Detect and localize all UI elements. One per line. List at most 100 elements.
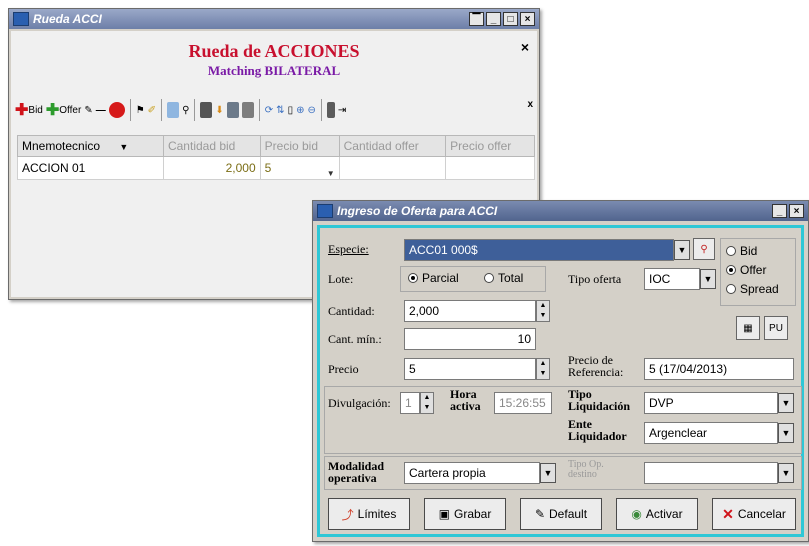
tipo-liq-field[interactable]: DVP: [644, 392, 778, 414]
total-radio[interactable]: Total: [484, 271, 523, 285]
offer-radio[interactable]: Offer: [726, 263, 766, 277]
tipo-oferta-field[interactable]: IOC: [644, 268, 700, 290]
tool-a[interactable]: ⇅: [276, 99, 284, 121]
tipo-liq-label: Tipo Liquidación: [568, 388, 630, 412]
copy-tool[interactable]: [167, 99, 180, 121]
tipo-oferta-dropdown-icon[interactable]: ▼: [700, 269, 716, 289]
tool-b[interactable]: ▯: [288, 99, 294, 121]
grabar-button[interactable]: ▣ Grabar: [424, 498, 506, 530]
panel-close-icon[interactable]: ×: [521, 39, 529, 55]
print-tool[interactable]: [241, 99, 254, 121]
search-icon[interactable]: ⚲: [693, 238, 715, 260]
precio-ref-label-l2: Referencia:: [568, 365, 624, 379]
spread-radio-label: Spread: [740, 282, 779, 296]
pu-button[interactable]: PU: [764, 316, 788, 340]
minimize-button[interactable]: _: [486, 12, 501, 26]
copy-icon: [167, 102, 180, 118]
limites-button[interactable]: ⤴ Límites: [328, 498, 410, 530]
offer-button-label: Offer: [59, 104, 82, 116]
tipo-op-field[interactable]: [644, 462, 778, 484]
bid-button[interactable]: ✚ Bid: [15, 99, 43, 121]
tipo-op-dropdown-icon[interactable]: ▼: [778, 463, 794, 483]
limites-button-label: Límites: [357, 507, 397, 521]
table-row[interactable]: ACCION 01 2,000 5 ▼: [17, 156, 535, 180]
refresh-icon: ⟳: [264, 104, 274, 116]
especie-field[interactable]: ACC01 000$: [404, 239, 674, 261]
divulgacion-spinner[interactable]: ▲ ▼: [420, 392, 434, 414]
edit-tool[interactable]: ✎: [84, 99, 92, 121]
offer-button[interactable]: ✚ Offer: [46, 99, 81, 121]
rueda-titlebar[interactable]: Rueda ACCI ▔ _ □ ×: [9, 9, 539, 29]
ente-liq-dropdown-icon[interactable]: ▼: [778, 423, 794, 443]
exit-icon: ⇥: [337, 104, 347, 116]
stop-tool[interactable]: [108, 99, 125, 121]
cant-min-field[interactable]: 10: [404, 328, 536, 350]
col-precio-bid[interactable]: Precio bid: [259, 135, 340, 157]
toolbar-separator: [194, 99, 196, 121]
exit-tool[interactable]: ⇥: [338, 99, 346, 121]
activar-button[interactable]: ◉ Activar: [616, 498, 698, 530]
col-cantidad-bid[interactable]: Cantidad bid: [162, 135, 261, 157]
document-icon: [200, 102, 213, 118]
cell-cantidad-offer[interactable]: [338, 156, 447, 180]
doc-tool[interactable]: [200, 99, 213, 121]
col-precio-offer[interactable]: Precio offer: [445, 135, 535, 157]
brush-tool[interactable]: ✐: [148, 99, 156, 121]
toolbar-separator: [320, 99, 322, 121]
ente-liq-label: Ente Liquidador: [568, 418, 627, 442]
radio-dot: [726, 265, 736, 275]
toolbar-close[interactable]: x: [527, 93, 533, 115]
grabar-button-label: Grabar: [453, 507, 492, 521]
cell-mnemotecnico[interactable]: ACCION 01: [17, 156, 164, 180]
calculator-icon[interactable]: ▦: [736, 316, 760, 340]
cancelar-button[interactable]: ✕ Cancelar: [712, 498, 796, 530]
down-tool[interactable]: ⬇: [215, 99, 223, 121]
precio-spinner[interactable]: ▲ ▼: [536, 358, 550, 380]
parcial-radio-label: Parcial: [422, 271, 459, 285]
maximize-button[interactable]: □: [503, 12, 518, 26]
cell-cantidad-bid[interactable]: 2,000: [162, 156, 261, 180]
minimize-button[interactable]: _: [772, 204, 787, 218]
window-close-button[interactable]: ×: [520, 12, 535, 26]
default-button[interactable]: ✎ Default: [520, 498, 602, 530]
limits-icon: ⤴: [341, 507, 354, 522]
col-mnemotecnico[interactable]: Mnemotecnico ▼: [17, 135, 164, 157]
parcial-radio[interactable]: Parcial: [408, 271, 459, 285]
modalidad-field[interactable]: Cartera propia: [404, 462, 540, 484]
divulgacion-field[interactable]: 1: [400, 392, 420, 414]
rueda-subheading: Matching BILATERAL: [207, 63, 341, 78]
panel-tool[interactable]: [326, 99, 335, 121]
tipo-liq-dropdown-icon[interactable]: ▼: [778, 393, 794, 413]
cantidad-spinner[interactable]: ▲ ▼: [536, 300, 550, 322]
zoom-out-tool[interactable]: ⊖: [307, 99, 315, 121]
col-cantidad-offer[interactable]: Cantidad offer: [338, 135, 447, 157]
remove-tool[interactable]: —: [96, 99, 106, 121]
precio-field[interactable]: 5: [404, 358, 536, 380]
zoom-in-tool[interactable]: ⊕: [296, 99, 304, 121]
ente-liq-field[interactable]: Argenclear: [644, 422, 778, 444]
plus-green-icon: ✚: [45, 102, 60, 119]
precio-ref-label: Precio de Referencia:: [568, 354, 623, 378]
pencil-icon: ✎: [84, 104, 93, 116]
modalidad-dropdown-icon[interactable]: ▼: [540, 463, 556, 483]
filter-tool[interactable]: ⚲: [182, 99, 189, 121]
cell-precio-offer[interactable]: [445, 156, 535, 180]
oferta-titlebar[interactable]: Ingreso de Oferta para ACCI _ ×: [313, 201, 808, 221]
especie-dropdown-icon[interactable]: ▼: [674, 240, 690, 260]
save-tool[interactable]: [226, 99, 239, 121]
hora-field: 15:26:55: [494, 392, 552, 414]
restore-button[interactable]: ▔: [469, 12, 484, 26]
refresh-tool[interactable]: ⟳: [265, 99, 273, 121]
cantidad-field[interactable]: 2,000: [404, 300, 536, 322]
app-icon: [317, 204, 333, 218]
activar-button-label: Activar: [645, 507, 683, 521]
bid-radio[interactable]: Bid: [726, 244, 757, 258]
cell-precio-bid[interactable]: 5 ▼: [259, 156, 340, 180]
window-close-button[interactable]: ×: [789, 204, 804, 218]
radio-dot: [484, 273, 494, 283]
spread-radio[interactable]: Spread: [726, 282, 779, 296]
flag-tool[interactable]: ⚑: [136, 99, 145, 121]
toolbar-separator: [258, 99, 260, 121]
tipo-op-label: Tipo Op. destino: [568, 460, 604, 480]
offer-radio-label: Offer: [740, 263, 767, 277]
